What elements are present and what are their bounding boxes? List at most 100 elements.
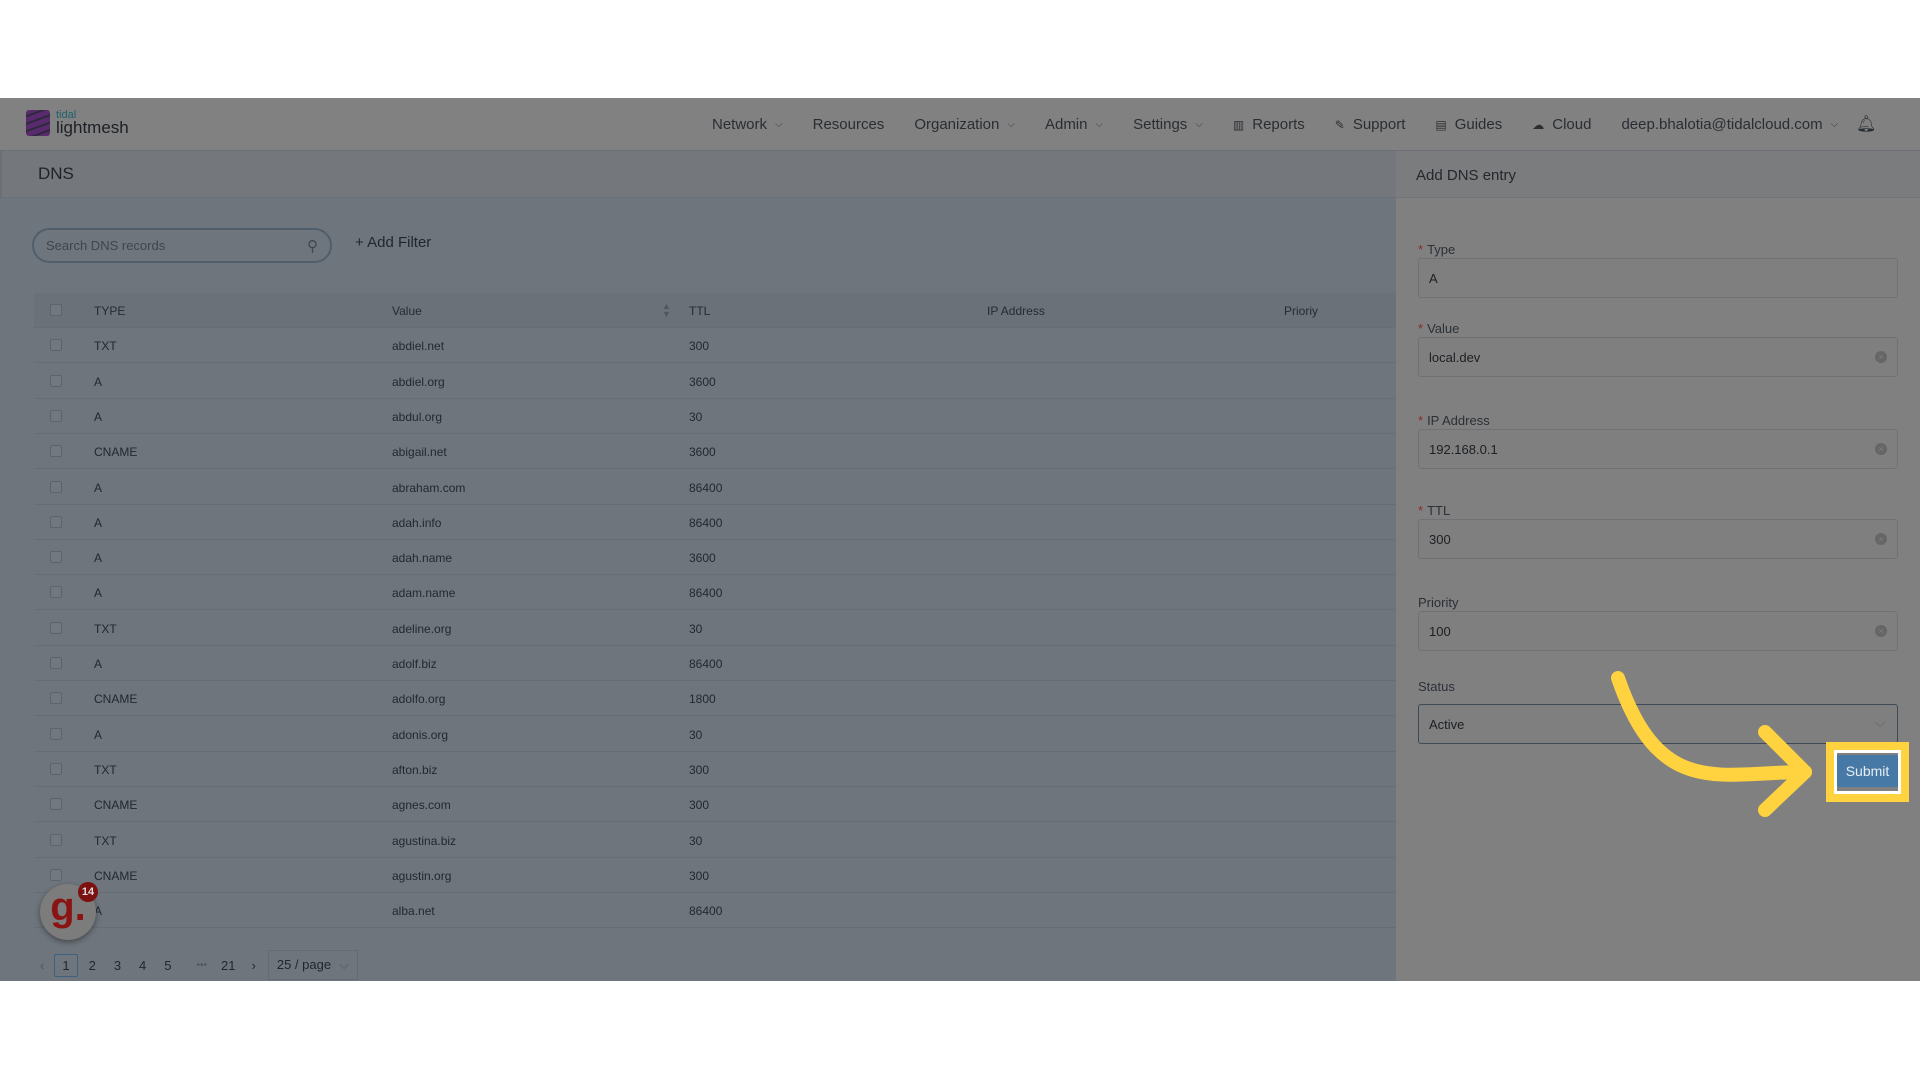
table-row[interactable]: TXT abdiel.net 300 <box>34 328 1396 364</box>
nav-item-support[interactable]: ✎ Support <box>1335 116 1406 133</box>
cell-value: agnes.com <box>392 798 451 813</box>
clear-icon[interactable]: × <box>1875 625 1887 637</box>
cell-ttl: 3600 <box>689 551 716 566</box>
table-row[interactable]: Aadah.name 3600 <box>34 540 1396 576</box>
page-5[interactable]: 5 <box>157 955 178 976</box>
row-checkbox[interactable] <box>50 480 62 493</box>
cell-type: A <box>94 551 103 566</box>
row-checkbox[interactable] <box>50 727 62 740</box>
nav-item-deep-bhalotia-tidalcloud-com[interactable]: deep.bhalotia@tidalcloud.com ⌵ <box>1621 116 1838 133</box>
table-row[interactable]: Aabdul.org 30 <box>34 399 1396 434</box>
row-checkbox[interactable] <box>50 762 62 775</box>
page-size-select[interactable]: 25 / page ⌵ <box>267 950 358 980</box>
clear-icon[interactable]: × <box>1875 533 1887 545</box>
row-checkbox[interactable] <box>50 339 62 352</box>
cell-ttl: 86400 <box>689 657 723 671</box>
cell-value: abdiel.net <box>392 339 445 354</box>
nav-item-label: Organization <box>914 116 1000 133</box>
prev-page-icon[interactable]: ‹ <box>40 958 44 973</box>
row-checkbox[interactable] <box>50 798 62 811</box>
cell-value: adeline.org <box>392 621 452 636</box>
table-row[interactable]: Aadah.info 86400 <box>34 505 1396 540</box>
nav-item-cloud[interactable]: ☁ Cloud <box>1532 116 1591 133</box>
clear-icon[interactable]: × <box>1875 351 1887 363</box>
column-header-1[interactable]: Value <box>392 304 422 318</box>
table-row[interactable]: Aabraham.com 86400 <box>34 470 1396 505</box>
arrow-annotation-icon <box>1611 671 1812 817</box>
ttl-input[interactable]: 300 × <box>1418 519 1898 559</box>
table-row[interactable]: Aadolf.biz 86400 <box>34 646 1396 681</box>
chevron-down-icon: ⌵ <box>1875 715 1885 730</box>
table-row[interactable]: CNAME agustin.org 300 <box>34 858 1396 893</box>
page-3[interactable]: 3 <box>107 955 128 976</box>
bell-icon[interactable]: 🔔︎ <box>1856 114 1876 134</box>
lightmesh-logo[interactable]: tidal lightmesh <box>26 110 129 136</box>
next-page-icon[interactable]: › <box>252 958 256 973</box>
select-all-checkbox[interactable] <box>50 304 62 316</box>
row-checkbox[interactable] <box>50 657 62 669</box>
required-marker: * <box>1418 321 1424 336</box>
type-input[interactable]: A <box>1418 258 1898 298</box>
cell-ttl: 300 <box>689 798 710 813</box>
row-checkbox[interactable] <box>50 833 62 846</box>
table-row[interactable]: TXT agustina.biz 30 <box>34 823 1396 858</box>
priority-input[interactable]: 100 × <box>1418 611 1898 651</box>
page-1[interactable]: 1 <box>54 953 78 977</box>
nav-item-label: Resources <box>812 116 885 133</box>
column-header-0[interactable]: TYPE <box>94 304 125 318</box>
clear-icon[interactable]: × <box>1875 443 1887 455</box>
required-marker: * <box>1418 242 1424 257</box>
add-filter-button[interactable]: + Add Filter <box>355 234 431 251</box>
ip-address-input[interactable]: 192.168.0.1 × <box>1418 429 1898 469</box>
page-4[interactable]: 4 <box>132 955 153 976</box>
table-row[interactable]: Aadam.name 86400 <box>34 575 1396 611</box>
table-row[interactable]: TXT adeline.org 30 <box>34 611 1396 646</box>
nav-item-organization[interactable]: Organization ⌵ <box>914 116 1015 133</box>
table-row[interactable]: CNAME abigail.net 3600 <box>34 434 1396 470</box>
priority-label: Priority <box>1418 595 1458 610</box>
row-checkbox[interactable] <box>50 868 62 881</box>
page-2[interactable]: 2 <box>82 955 103 976</box>
value-input[interactable]: local.dev × <box>1418 337 1898 377</box>
nav-item-label: Support <box>1352 116 1406 133</box>
table-row[interactable]: CNAME agnes.com 300 <box>34 787 1396 823</box>
row-checkbox[interactable] <box>50 515 62 528</box>
search-icon[interactable]: ⚲ <box>307 237 318 255</box>
cell-type: A <box>94 409 103 424</box>
column-header-3[interactable]: IP Address <box>987 304 1045 318</box>
page-last[interactable]: 21 <box>221 958 235 973</box>
sort-icon[interactable]: ▲ ▼ <box>662 302 671 319</box>
row-checkbox[interactable] <box>50 551 62 564</box>
table-row[interactable]: TXT afton.biz 300 <box>34 752 1396 787</box>
row-checkbox[interactable] <box>50 374 62 387</box>
row-checkbox[interactable] <box>50 586 62 599</box>
nav-item-network[interactable]: Network ⌵ <box>712 116 783 133</box>
column-header-2[interactable]: TTL <box>689 304 710 318</box>
row-checkbox[interactable] <box>50 445 62 458</box>
cell-ttl: 30 <box>689 727 703 742</box>
search-input[interactable]: Search DNS records ⚲ <box>32 228 332 263</box>
nav-item-guides[interactable]: ▤ Guides <box>1435 116 1502 133</box>
pagination-ellipsis[interactable]: ••• <box>197 960 208 971</box>
table-row[interactable]: Aadonis.org 30 <box>34 717 1396 752</box>
submit-button[interactable]: Submit <box>1837 755 1898 787</box>
nav-item-resources[interactable]: Resources <box>813 116 885 133</box>
table-row[interactable]: CNAME adolfo.org 1800 <box>34 681 1396 717</box>
nav-item-settings[interactable]: Settings ⌵ <box>1133 116 1203 133</box>
nav-item-admin[interactable]: Admin ⌵ <box>1045 116 1103 133</box>
nav-item-label: Reports <box>1252 116 1305 133</box>
wrench-icon: ✎ <box>1334 117 1345 132</box>
row-checkbox[interactable] <box>50 409 62 422</box>
nav-item-reports[interactable]: ▥ Reports <box>1233 116 1305 133</box>
table-row[interactable]: Aabdiel.org 3600 <box>34 364 1396 399</box>
table-row[interactable]: Aalba.net 86400 <box>34 893 1396 929</box>
cell-value: agustina.biz <box>392 833 457 848</box>
row-checkbox[interactable] <box>50 621 62 634</box>
logo-mark-icon <box>26 110 50 136</box>
priority-value: 100 <box>1429 624 1451 639</box>
cell-type: CNAME <box>94 798 138 813</box>
column-header-4[interactable]: Prioriy <box>1284 304 1318 318</box>
row-checkbox[interactable] <box>50 692 62 705</box>
cell-ttl: 300 <box>689 339 710 354</box>
bar-chart-icon: ▥ <box>1232 117 1245 132</box>
